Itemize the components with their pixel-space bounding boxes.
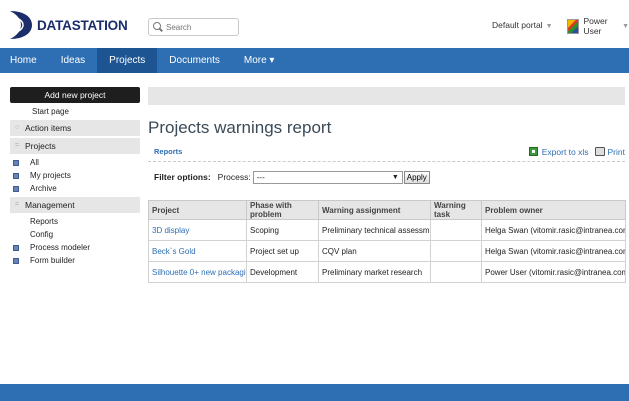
sidebar-item-reports[interactable]: Reports	[10, 215, 140, 228]
sidebar: Add new project Start page ○ Action item…	[10, 87, 140, 267]
sidebar-item-all[interactable]: All	[10, 156, 140, 169]
sidebar-item-label: All	[30, 158, 39, 167]
chevron-down-icon: ▼	[545, 23, 553, 30]
filter-label: Filter options:	[154, 172, 211, 182]
sidebar-item-label: Archive	[30, 184, 57, 193]
table-cell: CQV plan	[318, 240, 431, 262]
nav-more[interactable]: More ▾	[232, 48, 287, 73]
process-label: Process:	[217, 172, 251, 182]
portal-label: Default portal	[492, 20, 543, 30]
sidebar-item-my-projects[interactable]: My projects	[10, 169, 140, 182]
sidebar-section-projects[interactable]: = Projects	[10, 138, 140, 154]
user-menu[interactable]: Power User ▼	[567, 16, 629, 36]
column-header[interactable]: Problem owner	[481, 200, 626, 220]
column-header[interactable]: Project	[148, 200, 247, 220]
content-toolbar-band	[148, 87, 625, 105]
table-row: 3D display Scoping Preliminary technical…	[148, 219, 626, 241]
reports-bar: Reports Export to xls Print	[148, 142, 625, 162]
folder-icon	[13, 185, 19, 192]
module-icon	[13, 244, 19, 251]
table-cell	[430, 261, 482, 283]
footer-bar	[0, 384, 629, 401]
table-cell	[430, 219, 482, 241]
project-link[interactable]: 3D display	[148, 219, 247, 241]
sidebar-item-label: My projects	[30, 171, 71, 180]
table-header-row: Project Phase with problem Warning assig…	[148, 200, 626, 220]
table-row: Silhouette 0+ new packaging Development …	[148, 261, 626, 283]
filter-options: Filter options: Process: --- ▼ Apply	[148, 165, 625, 189]
table-cell: Preliminary market research	[318, 261, 431, 283]
page-title: Projects warnings report	[148, 118, 332, 137]
table-cell: Development	[246, 261, 319, 283]
apply-button[interactable]: Apply	[403, 170, 430, 184]
print-link[interactable]: Print	[608, 147, 625, 157]
nav-ideas[interactable]: Ideas	[49, 48, 97, 73]
chevron-down-icon: ▼	[391, 173, 399, 181]
collapse-icon: =	[15, 142, 20, 149]
nav-home[interactable]: Home	[0, 48, 49, 73]
sidebar-item-archive[interactable]: Archive	[10, 182, 140, 195]
table-cell: Power User (vitomir.rasic@intranea.com)	[481, 261, 626, 283]
table-row: Beck`s Gold Project set up CQV plan Helg…	[148, 240, 626, 262]
search-input[interactable]	[166, 22, 236, 32]
table-cell: Preliminary technical assessment	[318, 219, 431, 241]
warnings-table: Project Phase with problem Warning assig…	[148, 200, 626, 283]
sidebar-section-label: Management	[25, 200, 75, 210]
export-xls-link[interactable]: Export to xls	[542, 147, 589, 157]
module-icon	[13, 257, 19, 264]
avatar	[567, 18, 580, 34]
sidebar-item-start-page[interactable]: Start page	[10, 105, 140, 118]
sidebar-section-management[interactable]: = Management	[10, 197, 140, 213]
process-select[interactable]: --- ▼	[252, 170, 403, 184]
add-project-button[interactable]: Add new project	[10, 87, 140, 103]
table-cell: Project set up	[246, 240, 319, 262]
top-header: DATASTATION Default portal▼ Power User▼	[0, 0, 629, 48]
sidebar-item-config[interactable]: Config	[10, 228, 140, 241]
logo[interactable]: DATASTATION	[8, 8, 128, 42]
sidebar-section-label: Projects	[25, 141, 56, 151]
sidebar-item-label: Process modeler	[30, 243, 91, 252]
excel-icon	[528, 147, 538, 156]
datastation-logo-icon	[10, 11, 32, 39]
main-nav: Home Ideas Projects Documents More ▾	[0, 48, 629, 73]
table-cell	[430, 240, 482, 262]
sidebar-item-label: Form builder	[30, 256, 75, 265]
table-cell: Helga Swan (vitomir.rasic@intranea.com)	[481, 240, 626, 262]
folder-icon	[13, 159, 19, 166]
project-link[interactable]: Silhouette 0+ new packaging	[148, 261, 247, 283]
chevron-down-icon: ▼	[622, 22, 629, 30]
reports-link[interactable]: Reports	[154, 147, 182, 156]
collapse-icon: =	[15, 201, 20, 208]
circle-icon: ○	[15, 124, 20, 131]
process-select-value: ---	[256, 172, 265, 182]
portal-selector[interactable]: Default portal ▼	[492, 20, 553, 30]
sidebar-item-label: Config	[30, 230, 54, 239]
brand-name: DATASTATION	[37, 17, 128, 33]
search-box[interactable]	[148, 18, 239, 36]
project-link[interactable]: Beck`s Gold	[148, 240, 247, 262]
sidebar-section-label: Action items	[25, 123, 72, 133]
folder-icon	[13, 172, 19, 179]
sidebar-item-form-builder[interactable]: Form builder	[10, 254, 140, 267]
column-header[interactable]: Warning assignment	[318, 200, 431, 220]
sidebar-section-action-items[interactable]: ○ Action items	[10, 120, 140, 136]
search-icon	[153, 22, 163, 32]
column-header[interactable]: Warning task	[430, 200, 482, 220]
export-actions: Export to xls Print	[528, 147, 625, 157]
sidebar-item-process-modeler[interactable]: Process modeler	[10, 241, 140, 254]
nav-documents[interactable]: Documents	[157, 48, 232, 73]
table-cell: Helga Swan (vitomir.rasic@intranea.com)	[481, 219, 626, 241]
column-header[interactable]: Phase with problem	[246, 200, 319, 220]
printer-icon	[594, 147, 605, 156]
table-cell: Scoping	[246, 219, 319, 241]
report-content: Reports Export to xls Print Filter optio…	[148, 142, 626, 283]
sidebar-item-label: Reports	[30, 217, 59, 226]
nav-projects[interactable]: Projects	[97, 48, 158, 73]
user-name: Power User	[583, 16, 608, 36]
